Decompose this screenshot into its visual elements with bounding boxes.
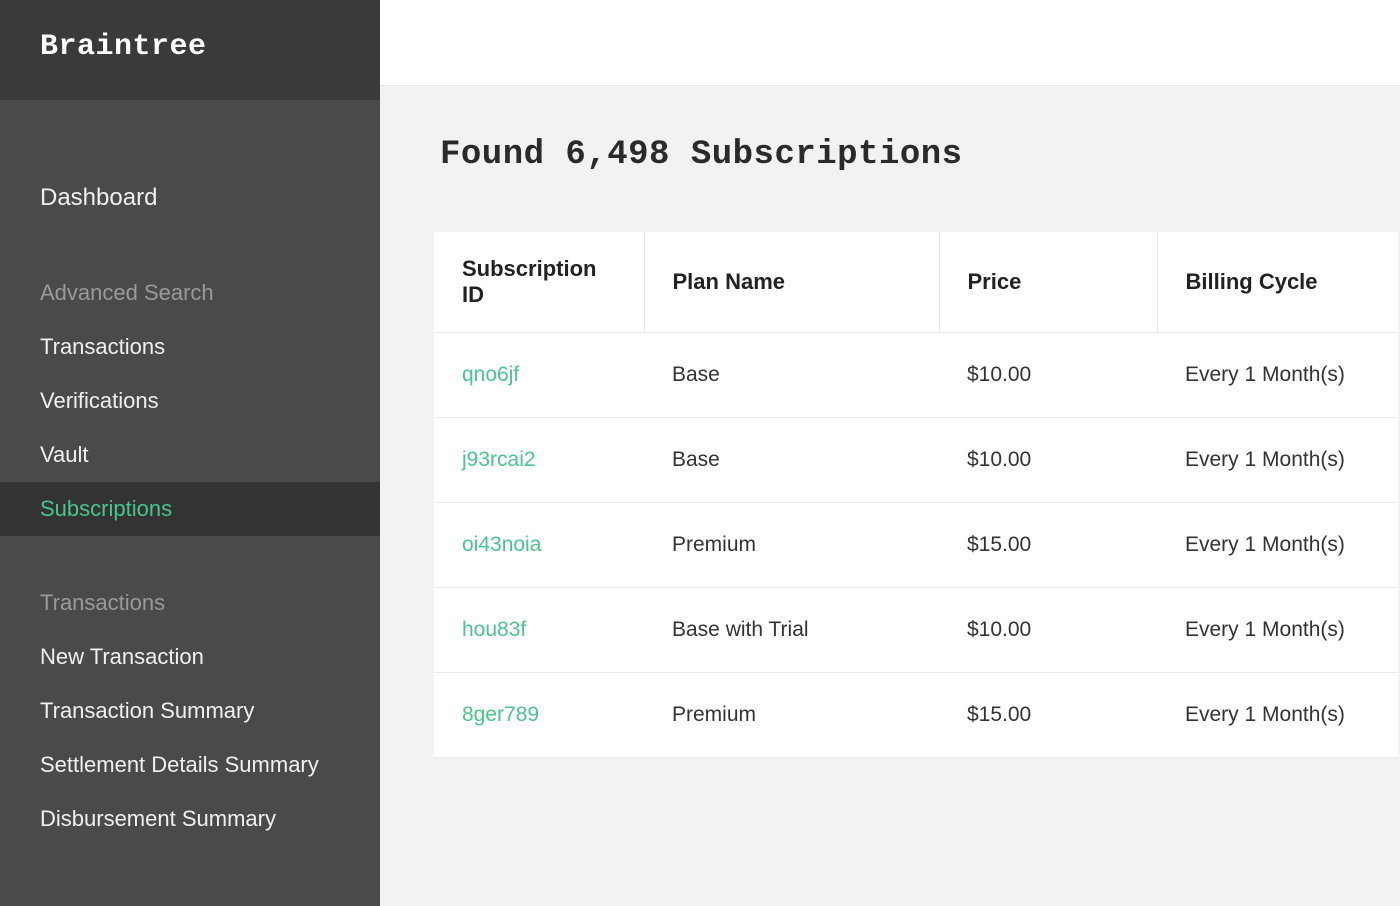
sidebar-item-disbursement-summary[interactable]: Disbursement Summary <box>0 792 380 846</box>
main-content: Found 6,498 Subscriptions Subscription I… <box>380 0 1400 906</box>
column-header-billing-cycle[interactable]: Billing Cycle <box>1157 232 1398 333</box>
brand-logo: Braintree <box>40 30 340 64</box>
table-row: j93rcai2 Base $10.00 Every 1 Month(s) <box>434 418 1398 503</box>
sidebar-body: Dashboard Advanced Search Transactions V… <box>0 100 380 906</box>
sidebar-item-subscriptions[interactable]: Subscriptions <box>0 482 380 536</box>
sidebar-item-label: Dashboard <box>40 184 157 211</box>
sidebar-section-advanced-search: Advanced Search <box>0 266 380 320</box>
column-header-subscription-id[interactable]: Subscription ID <box>434 232 644 333</box>
cell-billing-cycle: Every 1 Month(s) <box>1157 588 1398 673</box>
cell-billing-cycle: Every 1 Month(s) <box>1157 503 1398 588</box>
column-header-price[interactable]: Price <box>939 232 1157 333</box>
cell-billing-cycle: Every 1 Month(s) <box>1157 673 1398 758</box>
subscription-id-link[interactable]: qno6jf <box>462 363 519 386</box>
subscription-id-link[interactable]: oi43noia <box>462 533 541 556</box>
cell-plan-name: Base <box>644 418 939 503</box>
cell-plan-name: Base with Trial <box>644 588 939 673</box>
cell-price: $10.00 <box>939 588 1157 673</box>
sidebar-item-transactions[interactable]: Transactions <box>0 320 380 374</box>
subscriptions-table: Subscription ID Plan Name Price Billing … <box>434 232 1398 758</box>
sidebar-item-label: Transaction Summary <box>40 698 254 723</box>
cell-billing-cycle: Every 1 Month(s) <box>1157 418 1398 503</box>
sidebar-item-label: Transactions <box>40 334 165 359</box>
subscription-id-link[interactable]: j93rcai2 <box>462 448 536 471</box>
sidebar-item-transaction-summary[interactable]: Transaction Summary <box>0 684 380 738</box>
table-row: oi43noia Premium $15.00 Every 1 Month(s) <box>434 503 1398 588</box>
sidebar-item-verifications[interactable]: Verifications <box>0 374 380 428</box>
sidebar-item-label: Subscriptions <box>40 496 172 521</box>
cell-billing-cycle: Every 1 Month(s) <box>1157 333 1398 418</box>
sidebar-item-label: New Transaction <box>40 644 204 669</box>
cell-plan-name: Base <box>644 333 939 418</box>
subscription-id-link[interactable]: 8ger789 <box>462 703 539 726</box>
sidebar-item-label: Verifications <box>40 388 159 413</box>
sidebar-section-transactions: Transactions <box>0 576 380 630</box>
sidebar-item-settlement-details-summary[interactable]: Settlement Details Summary <box>0 738 380 792</box>
sidebar-section-label: Transactions <box>40 590 165 615</box>
cell-price: $15.00 <box>939 503 1157 588</box>
cell-price: $15.00 <box>939 673 1157 758</box>
sidebar-section-label: Advanced Search <box>40 280 214 305</box>
cell-price: $10.00 <box>939 333 1157 418</box>
sidebar-item-vault[interactable]: Vault <box>0 428 380 482</box>
sidebar-item-new-transaction[interactable]: New Transaction <box>0 630 380 684</box>
sidebar-item-label: Settlement Details Summary <box>40 752 319 777</box>
sidebar-item-label: Vault <box>40 442 89 467</box>
table-header-row: Subscription ID Plan Name Price Billing … <box>434 232 1398 333</box>
topbar <box>380 0 1400 86</box>
content-area: Found 6,498 Subscriptions Subscription I… <box>380 86 1400 758</box>
table-row: 8ger789 Premium $15.00 Every 1 Month(s) <box>434 673 1398 758</box>
subscription-id-link[interactable]: hou83f <box>462 618 526 641</box>
sidebar-item-dashboard[interactable]: Dashboard <box>0 170 380 230</box>
sidebar: Braintree Dashboard Advanced Search Tran… <box>0 0 380 906</box>
page-title: Found 6,498 Subscriptions <box>440 136 1400 174</box>
sidebar-header: Braintree <box>0 0 380 100</box>
table-row: qno6jf Base $10.00 Every 1 Month(s) <box>434 333 1398 418</box>
cell-plan-name: Premium <box>644 503 939 588</box>
table-row: hou83f Base with Trial $10.00 Every 1 Mo… <box>434 588 1398 673</box>
cell-plan-name: Premium <box>644 673 939 758</box>
column-header-plan-name[interactable]: Plan Name <box>644 232 939 333</box>
cell-price: $10.00 <box>939 418 1157 503</box>
sidebar-item-label: Disbursement Summary <box>40 806 276 831</box>
